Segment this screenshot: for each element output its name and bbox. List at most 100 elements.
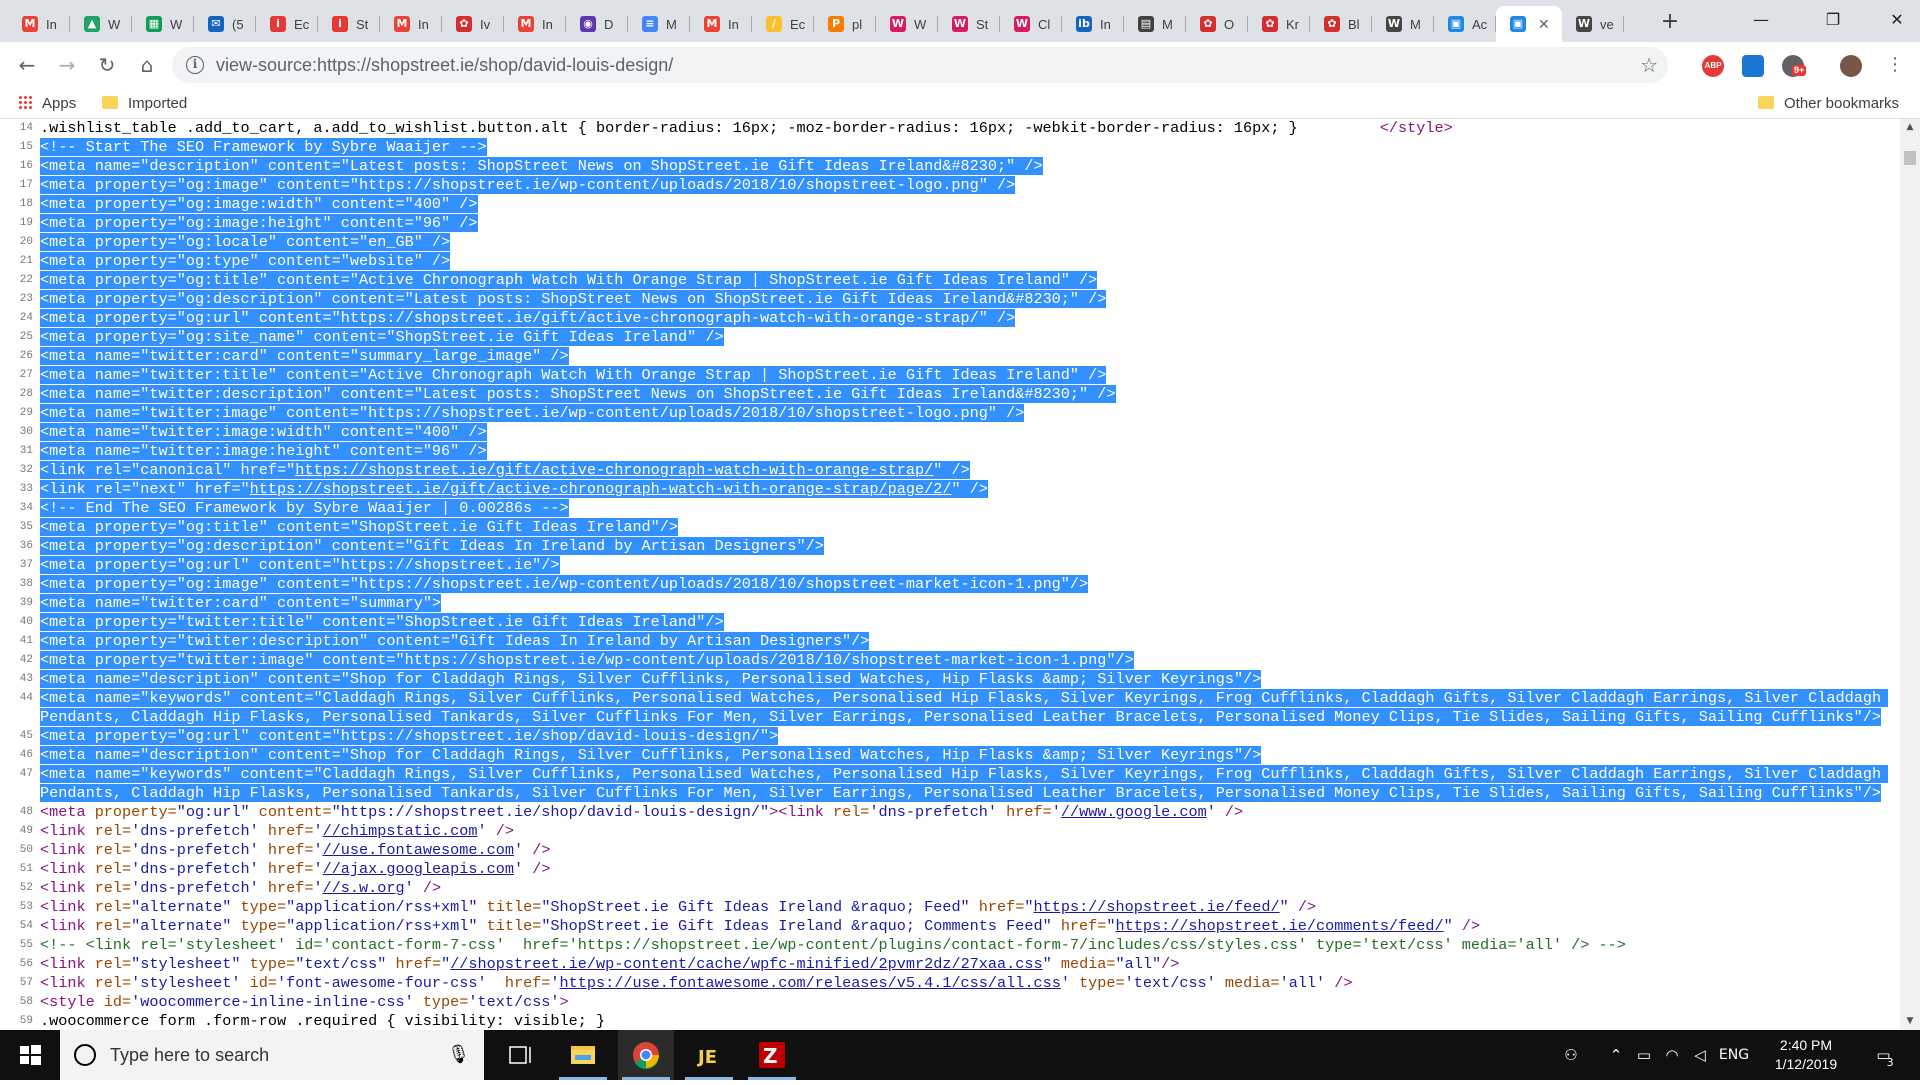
browser-tab[interactable]: ✿ Iv [442, 6, 504, 42]
browser-tab[interactable]: M In [504, 6, 566, 42]
browser-tab[interactable]: i St [318, 6, 380, 42]
taskbar-search-placeholder[interactable]: Type here to search [110, 1030, 269, 1080]
system-clock[interactable]: 2:40 PM 1/12/2019 [1758, 1036, 1854, 1074]
reload-button[interactable]: ↻ [92, 50, 122, 80]
source-link[interactable]: https://shopstreet.ie/comments/feed/ [1116, 917, 1444, 935]
source-code[interactable]: <meta name="description" content="Latest… [40, 157, 1888, 176]
browser-tab[interactable]: Ppl [814, 6, 876, 42]
source-code[interactable]: <meta property="og:description" content=… [40, 290, 1888, 309]
source-code[interactable]: <meta name="twitter:card" content="summa… [40, 594, 1888, 613]
volume-icon[interactable]: ◁ [1688, 1030, 1712, 1080]
source-code[interactable]: <meta property="og:image:height" content… [40, 214, 1888, 233]
source-code[interactable]: <meta property="og:description" content=… [40, 537, 1888, 556]
taskbar-search[interactable]: Type here to search 🎙 [60, 1030, 484, 1080]
show-hidden-icons[interactable]: ⌃ [1604, 1030, 1628, 1080]
wifi-icon[interactable]: ◠ [1660, 1030, 1684, 1080]
browser-tab[interactable]: M In [8, 6, 70, 42]
browser-tab[interactable]: M In [380, 6, 442, 42]
source-link[interactable]: https://shopstreet.ie/gift/active-chrono… [250, 480, 952, 498]
taskbar-jetbrains[interactable]: JE [681, 1030, 737, 1080]
maximize-button[interactable]: ❐ [1810, 0, 1856, 40]
source-code[interactable]: <meta property="og:site_name" content="S… [40, 328, 1888, 347]
source-code[interactable]: <meta name="description" content="Shop f… [40, 746, 1888, 765]
address-bar[interactable]: i view-source:https://shopstreet.ie/shop… [172, 47, 1668, 83]
view-source-content[interactable]: 14 .wishlist_table .add_to_cart, a.add_to… [0, 119, 1900, 1030]
source-link[interactable]: //ajax.googleapis.com [323, 860, 514, 878]
browser-tab[interactable]: ✿ Kr [1248, 6, 1310, 42]
back-button[interactable]: ← [12, 50, 42, 80]
minimize-button[interactable]: — [1738, 0, 1784, 40]
source-link[interactable]: https://shopstreet.ie/feed/ [1034, 898, 1280, 916]
source-code[interactable]: <link rel='dns-prefetch' href='//use.fon… [40, 841, 1888, 860]
source-code[interactable]: <link rel='dns-prefetch' href='//chimpst… [40, 822, 1888, 841]
source-code[interactable]: <meta name="twitter:card" content="summa… [40, 347, 1888, 366]
source-code[interactable]: <link rel="alternate" type="application/… [40, 917, 1888, 936]
browser-tab[interactable]: ✿ O [1186, 6, 1248, 42]
source-code[interactable]: .woocommerce form .form-row .required { … [40, 1012, 1888, 1030]
source-code[interactable]: <meta property="og:type" content="websit… [40, 252, 1888, 271]
source-code[interactable]: <meta property="og:url" content="https:/… [40, 309, 1888, 328]
extension-icon[interactable]: 9+ [1782, 55, 1807, 77]
forward-button[interactable]: → [52, 50, 82, 80]
chrome-menu-icon[interactable]: ⋮ [1880, 50, 1910, 80]
browser-tab[interactable]: / Ec [752, 6, 814, 42]
source-code[interactable]: <meta property="og:image" content="https… [40, 176, 1888, 195]
source-link[interactable]: https://use.fontawesome.com/releases/v5.… [560, 974, 1061, 992]
source-code[interactable]: <meta name="keywords" content="Claddagh … [40, 765, 1888, 803]
source-code[interactable]: <meta property="og:url" content="https:/… [40, 556, 1888, 575]
source-link[interactable]: https://shopstreet.ie/gift/active-chrono… [295, 461, 933, 479]
browser-tab[interactable]: ≡ M [628, 6, 690, 42]
source-code[interactable]: <!-- Start The SEO Framework by Sybre Wa… [40, 138, 1888, 157]
language-indicator[interactable]: ENG [1714, 1030, 1754, 1080]
browser-tab[interactable]: ✉ (5 [194, 6, 256, 42]
people-icon[interactable]: ⚇ [1556, 1030, 1586, 1080]
source-code[interactable]: <meta property="og:title" content="Activ… [40, 271, 1888, 290]
source-code[interactable]: <meta property="og:image" content="https… [40, 575, 1888, 594]
browser-tab[interactable]: ▣ ✕ [1496, 6, 1562, 42]
bookmark-star-icon[interactable]: ☆ [1640, 51, 1658, 79]
source-code[interactable]: <link rel="canonical" href="https://shop… [40, 461, 1888, 480]
browser-tab[interactable]: ▦ W [132, 6, 194, 42]
source-code[interactable]: <meta name="twitter:image" content="http… [40, 404, 1888, 423]
source-code[interactable]: <link rel='dns-prefetch' href='//s.w.org… [40, 879, 1888, 898]
bookmark-folder-imported[interactable]: Imported [102, 94, 187, 114]
browser-tab[interactable]: W St [938, 6, 1000, 42]
scrollbar-thumb[interactable] [1904, 151, 1916, 165]
browser-tab[interactable]: M In [690, 6, 752, 42]
new-tab-button[interactable]: + [1656, 8, 1684, 36]
scroll-up-arrow-icon[interactable]: ▲ [1900, 119, 1920, 136]
source-code[interactable]: <meta property="twitter:title" content="… [40, 613, 1888, 632]
source-code[interactable]: .wishlist_table .add_to_cart, a.add_to_w… [40, 119, 1888, 138]
source-code[interactable]: <meta name="twitter:title" content="Acti… [40, 366, 1888, 385]
source-link[interactable]: //chimpstatic.com [323, 822, 478, 840]
source-code[interactable]: <meta property="twitter:description" con… [40, 632, 1888, 651]
browser-tab[interactable]: i Ec [256, 6, 318, 42]
screenshot-extension-icon[interactable] [1742, 55, 1764, 77]
source-link[interactable]: //shopstreet.ie/wp-content/cache/wpfc-mi… [450, 955, 1042, 973]
browser-tab[interactable]: ▤ M [1124, 6, 1186, 42]
browser-tab[interactable]: ▲ W [70, 6, 132, 42]
browser-tab[interactable]: W Cl [1000, 6, 1062, 42]
browser-tab[interactable]: WW [876, 6, 938, 42]
source-code[interactable]: <meta property="og:url" content="https:/… [40, 727, 1888, 746]
site-info-icon[interactable]: i [186, 56, 204, 74]
source-code[interactable]: <!-- <link rel='stylesheet' id='contact-… [40, 936, 1888, 955]
address-bar-url[interactable]: view-source:https://shopstreet.ie/shop/d… [216, 47, 673, 83]
browser-tab[interactable]: ▣ Ac [1434, 6, 1496, 42]
taskbar-filezilla[interactable]: Z [744, 1030, 800, 1080]
tab-close-icon[interactable]: ✕ [1538, 16, 1550, 33]
other-bookmarks-folder[interactable]: Other bookmarks [1758, 94, 1899, 114]
task-view-button[interactable] [490, 1030, 546, 1080]
source-code[interactable]: <link rel="next" href="https://shopstree… [40, 480, 1888, 499]
taskbar-chrome[interactable] [618, 1030, 674, 1080]
microphone-icon[interactable]: 🎙 [447, 1044, 470, 1065]
source-code[interactable]: <link rel="stylesheet" type="text/css" h… [40, 955, 1888, 974]
close-window-button[interactable]: ✕ [1874, 0, 1920, 40]
scroll-down-arrow-icon[interactable]: ▼ [1900, 1013, 1920, 1030]
action-center-button[interactable]: ▭3 [1864, 1030, 1910, 1080]
source-code[interactable]: <style id='woocommerce-inline-inline-css… [40, 993, 1888, 1012]
browser-tab[interactable]: WM [1372, 6, 1434, 42]
profile-avatar[interactable] [1840, 55, 1862, 77]
browser-tab[interactable]: Wve [1562, 6, 1624, 42]
source-code[interactable]: <meta name="twitter:description" content… [40, 385, 1888, 404]
